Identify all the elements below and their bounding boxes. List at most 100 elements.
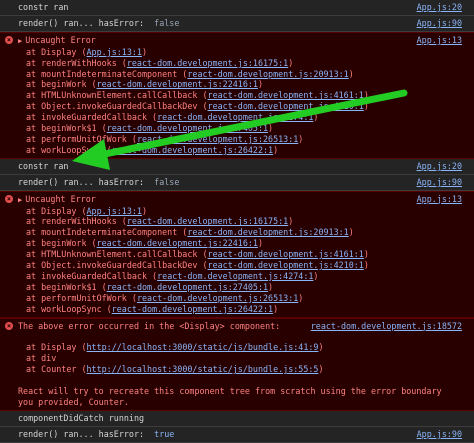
stack-fn: at HTMLUnknownElement.callCallback ( [26, 249, 208, 260]
stack-location-link[interactable]: App.js:13:1 [87, 206, 142, 216]
stack-fn: at invokeGuardedCallback ( [26, 270, 158, 281]
console-log-row: componentDidCatch running [0, 410, 474, 427]
stack-location-link[interactable]: http://localhost:3000/static/js/bundle.j… [87, 342, 319, 352]
stack-location-link[interactable]: react-dom.development.js:16175:1 [127, 216, 288, 226]
stack-frame: at invokeGuardedCallback (react-dom.deve… [26, 112, 319, 123]
stack-frame: at Counter (http://localhost:3000/static… [26, 364, 324, 375]
message-text: render() ran... hasError: [18, 17, 145, 28]
stack-location-link[interactable]: react-dom.development.js:27405:1 [107, 282, 268, 292]
stack-fn: at beginWork$1 ( [26, 123, 107, 134]
stack-location-link[interactable]: react-dom.development.js:26513:1 [137, 293, 298, 303]
stack-location-link[interactable]: react-dom.development.js:27405:1 [107, 123, 268, 133]
message-text: Uncaught Error [25, 34, 96, 45]
stack-fn: at beginWork ( [26, 79, 97, 90]
stack-frame: at beginWork (react-dom.development.js:2… [26, 79, 263, 90]
stack-frame: at HTMLUnknownElement.callCallback (reac… [26, 249, 369, 260]
stack-fn: at performUnitOfWork ( [26, 292, 137, 303]
stack-frame: at workLoopSync (react-dom.development.j… [26, 303, 279, 314]
stack-fn: at Object.invokeGuardedCallbackDev ( [26, 101, 208, 112]
boolean-value: false [154, 176, 180, 187]
message-text: constr ran [18, 2, 69, 12]
stack-fn: at beginWork ( [26, 238, 97, 249]
stack-frame: at beginWork$1 (react-dom.development.js… [26, 281, 274, 292]
stack-fn: at mountIndeterminateComponent ( [26, 68, 188, 79]
stack-fn: at renderWithHooks ( [26, 57, 127, 68]
stack-fn: at workLoopSync ( [26, 303, 112, 314]
stack-fn: at Display ( [26, 46, 87, 57]
console-log-row: constr ran App.js:20 [0, 0, 474, 16]
message-text: The above error occurred in the <Display… [18, 320, 281, 331]
message-text: constr ran [18, 160, 69, 171]
stack-frame: at div [18, 353, 460, 364]
source-link[interactable]: App.js:20 [417, 2, 462, 13]
source-link[interactable]: App.js:13 [417, 194, 462, 205]
stack-location-link[interactable]: react-dom.development.js:26513:1 [137, 134, 298, 144]
source-link[interactable]: App.js:90 [417, 177, 462, 188]
console-error-row: × The above error occurred in the <Displa… [0, 317, 474, 411]
error-icon: × [5, 194, 13, 203]
console-error-row: × ▶ Uncaught Error App.js:13 at Display (App… [0, 190, 474, 318]
stack-location-link[interactable]: App.js:13:1 [87, 47, 142, 57]
stack-frame: at workLoopSync (react-dom.development.j… [26, 144, 279, 155]
boolean-value: true [154, 428, 175, 439]
stack-location-link[interactable]: react-dom.development.js:4210:1 [208, 101, 364, 111]
stack-fn: at Display ( [26, 342, 87, 353]
stack-frame: at performUnitOfWork (react-dom.developm… [26, 133, 304, 144]
stack-frame: at beginWork (react-dom.development.js:2… [26, 238, 263, 249]
stack-frame: at invokeGuardedCallback (react-dom.deve… [26, 270, 319, 281]
stack-location-link[interactable]: react-dom.development.js:22416:1 [97, 238, 258, 248]
stack-location-link[interactable]: react-dom.development.js:20913:1 [187, 69, 348, 79]
source-link[interactable]: App.js:20 [417, 161, 462, 172]
stack-fn: at invokeGuardedCallback ( [26, 112, 158, 123]
message-text: Uncaught Error [25, 193, 96, 204]
stack-fn: at renderWithHooks ( [26, 216, 127, 227]
stack-location-link[interactable]: react-dom.development.js:22416:1 [97, 79, 258, 89]
source-link[interactable]: App.js:90 [417, 429, 462, 440]
stack-frame: at renderWithHooks (react-dom.developmen… [26, 216, 294, 227]
expand-triangle-icon[interactable]: ▶ [18, 37, 22, 45]
stack-fn: at workLoopSync ( [26, 144, 112, 155]
stack-frame: at HTMLUnknownElement.callCallback (reac… [26, 90, 369, 101]
message-text: render() ran... hasError: [18, 176, 145, 187]
stack-location-link[interactable]: react-dom.development.js:4210:1 [208, 260, 364, 270]
source-link[interactable]: App.js:90 [417, 18, 462, 29]
message-text: componentDidCatch running [18, 412, 145, 423]
stack-frame: at Display (App.js:13:1) [26, 205, 148, 216]
stack-frame: at Object.invokeGuardedCallbackDev (reac… [26, 101, 369, 112]
stack-location-link[interactable]: react-dom.development.js:4274:1 [157, 112, 313, 122]
stack-location-link[interactable]: react-dom.development.js:4161:1 [208, 90, 364, 100]
stack-location-link[interactable]: react-dom.development.js:16175:1 [127, 58, 288, 68]
error-icon: × [5, 35, 13, 44]
stack-fn: at mountIndeterminateComponent ( [26, 227, 188, 238]
boolean-value: false [154, 17, 180, 28]
stack-fn: at Display ( [26, 205, 87, 216]
stack-frame: at mountIndeterminateComponent (react-do… [26, 227, 354, 238]
stack-fn: at Object.invokeGuardedCallbackDev ( [26, 260, 208, 271]
error-icon: × [5, 321, 13, 330]
devtools-console: constr ran App.js:20 render() ran... hasEr… [0, 0, 474, 443]
stack-fn: at beginWork$1 ( [26, 281, 107, 292]
expand-triangle-icon[interactable]: ▶ [18, 196, 22, 204]
stack-frame: at performUnitOfWork (react-dom.developm… [26, 292, 304, 303]
stack-location-link[interactable]: react-dom.development.js:26422:1 [112, 145, 273, 155]
source-link[interactable]: react-dom.development.js:18572 [311, 321, 462, 332]
console-error-row: × ▶ Uncaught Error App.js:13 at Display (App… [0, 31, 474, 159]
stack-fn: at div [26, 353, 57, 364]
stack-fn: at HTMLUnknownElement.callCallback ( [26, 90, 208, 101]
console-log-row: render() ran... hasError: false App.js:90 [0, 174, 474, 191]
stack-frame: at beginWork$1 (react-dom.development.js… [26, 123, 274, 134]
stack-frame: at mountIndeterminateComponent (react-do… [26, 68, 354, 79]
stack-frame: at Display (http://localhost:3000/static… [26, 342, 324, 353]
stack-location-link[interactable]: http://localhost:3000/static/js/bundle.j… [87, 364, 319, 374]
console-log-row: render() ran... hasError: false App.js:90 [0, 15, 474, 32]
stack-frame: at Display (App.js:13:1) [26, 46, 148, 57]
boundary-footer: React will try to recreate this componen… [18, 386, 442, 407]
source-link[interactable]: App.js:13 [417, 35, 462, 46]
stack-location-link[interactable]: react-dom.development.js:26422:1 [112, 304, 273, 314]
stack-location-link[interactable]: react-dom.development.js:4274:1 [157, 271, 313, 281]
stack-location-link[interactable]: react-dom.development.js:20913:1 [187, 227, 348, 237]
stack-location-link[interactable]: react-dom.development.js:4161:1 [208, 249, 364, 259]
stack-frame: at renderWithHooks (react-dom.developmen… [26, 57, 294, 68]
